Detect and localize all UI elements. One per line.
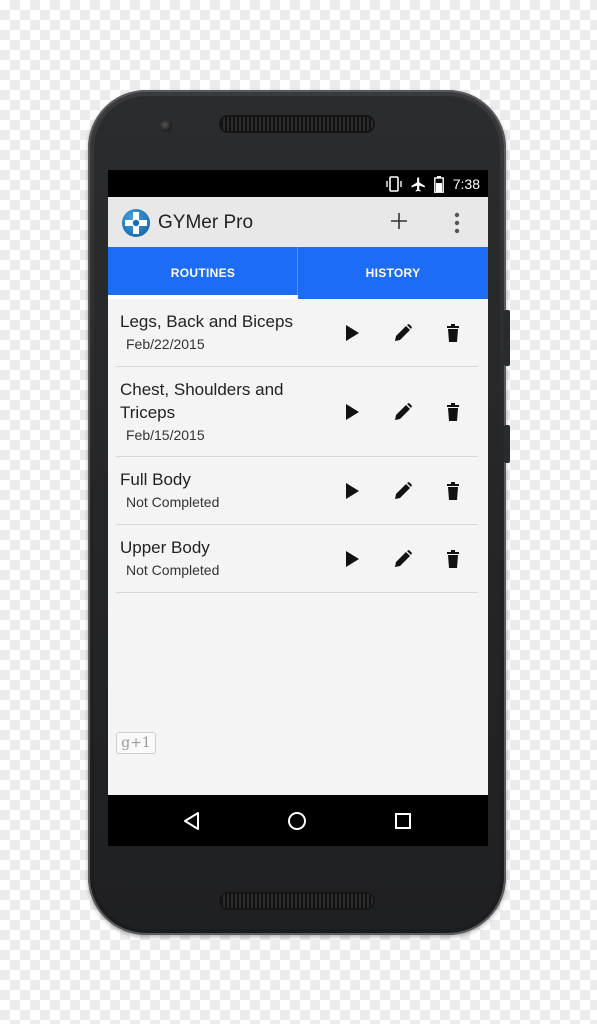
home-icon xyxy=(288,812,306,830)
tab-history-label: HISTORY xyxy=(365,266,421,280)
back-icon xyxy=(184,812,199,830)
routine-title: Legs, Back and Biceps xyxy=(120,312,293,331)
bottom-speaker-grille xyxy=(221,894,373,908)
delete-button[interactable] xyxy=(442,480,464,502)
play-icon xyxy=(346,404,359,420)
front-camera xyxy=(160,120,172,132)
edit-button[interactable] xyxy=(392,401,414,423)
play-button[interactable] xyxy=(341,401,363,423)
vibrate-icon xyxy=(385,176,403,192)
overflow-menu-button[interactable] xyxy=(451,211,463,235)
routine-status: Not Completed xyxy=(126,494,220,510)
routine-date: Feb/15/2015 xyxy=(126,427,205,443)
edit-button[interactable] xyxy=(392,480,414,502)
routine-title: Upper Body xyxy=(120,538,210,557)
delete-trash-icon xyxy=(447,403,459,421)
routine-row[interactable]: Upper Body Not Completed xyxy=(116,525,478,593)
edit-pencil-icon xyxy=(395,482,412,499)
play-icon xyxy=(346,325,359,341)
recents-icon xyxy=(395,813,411,829)
delete-button[interactable] xyxy=(442,322,464,344)
routine-row[interactable]: Chest, Shoulders and Triceps Feb/15/2015 xyxy=(116,367,478,457)
play-icon xyxy=(346,483,359,499)
tab-routines[interactable]: ROUTINES xyxy=(108,247,298,299)
navigation-bar xyxy=(108,795,488,846)
routine-row[interactable]: Full Body Not Completed xyxy=(116,457,478,525)
routine-date: Feb/22/2015 xyxy=(126,336,205,352)
airplane-icon xyxy=(410,176,427,193)
edit-pencil-icon xyxy=(395,403,412,420)
add-routine-button[interactable] xyxy=(388,210,410,232)
plus-icon xyxy=(391,213,407,229)
recents-button[interactable] xyxy=(391,809,415,833)
routines-list: Legs, Back and Biceps Feb/22/2015 Chest,… xyxy=(108,299,488,795)
google-plus-one-button[interactable]: g+1 xyxy=(116,732,156,754)
home-button[interactable] xyxy=(285,809,309,833)
delete-trash-icon xyxy=(447,550,459,568)
delete-button[interactable] xyxy=(442,401,464,423)
back-button[interactable] xyxy=(180,809,204,833)
app-title: GYMer Pro xyxy=(158,212,254,233)
power-button xyxy=(504,425,510,463)
routine-title: Chest, Shoulders and Triceps xyxy=(120,380,284,422)
app-bar: GYMer Pro xyxy=(108,197,488,247)
tab-routines-label: ROUTINES xyxy=(170,266,236,280)
play-button[interactable] xyxy=(341,322,363,344)
status-bar: 7:38 xyxy=(108,170,488,197)
play-button[interactable] xyxy=(341,548,363,570)
delete-button[interactable] xyxy=(442,548,464,570)
phone-screen: 7:38 GYMer Pro ROUTINES HISTORY Legs, Ba… xyxy=(108,170,488,846)
tab-history[interactable]: HISTORY xyxy=(298,247,488,299)
play-icon xyxy=(346,551,359,567)
top-speaker-grille xyxy=(221,117,373,131)
battery-icon xyxy=(433,175,444,193)
tab-bar: ROUTINES HISTORY xyxy=(108,247,488,299)
routine-row[interactable]: Legs, Back and Biceps Feb/22/2015 xyxy=(116,299,478,367)
volume-button xyxy=(504,310,510,366)
play-button[interactable] xyxy=(341,480,363,502)
edit-pencil-icon xyxy=(395,324,412,341)
edit-button[interactable] xyxy=(392,548,414,570)
delete-trash-icon xyxy=(447,324,459,342)
edit-button[interactable] xyxy=(392,322,414,344)
status-time: 7:38 xyxy=(452,176,480,192)
overflow-menu-icon xyxy=(454,212,460,234)
routine-status: Not Completed xyxy=(126,562,220,578)
app-logo-icon xyxy=(122,209,150,237)
edit-pencil-icon xyxy=(395,550,412,567)
routine-title: Full Body xyxy=(120,470,191,489)
delete-trash-icon xyxy=(447,482,459,500)
